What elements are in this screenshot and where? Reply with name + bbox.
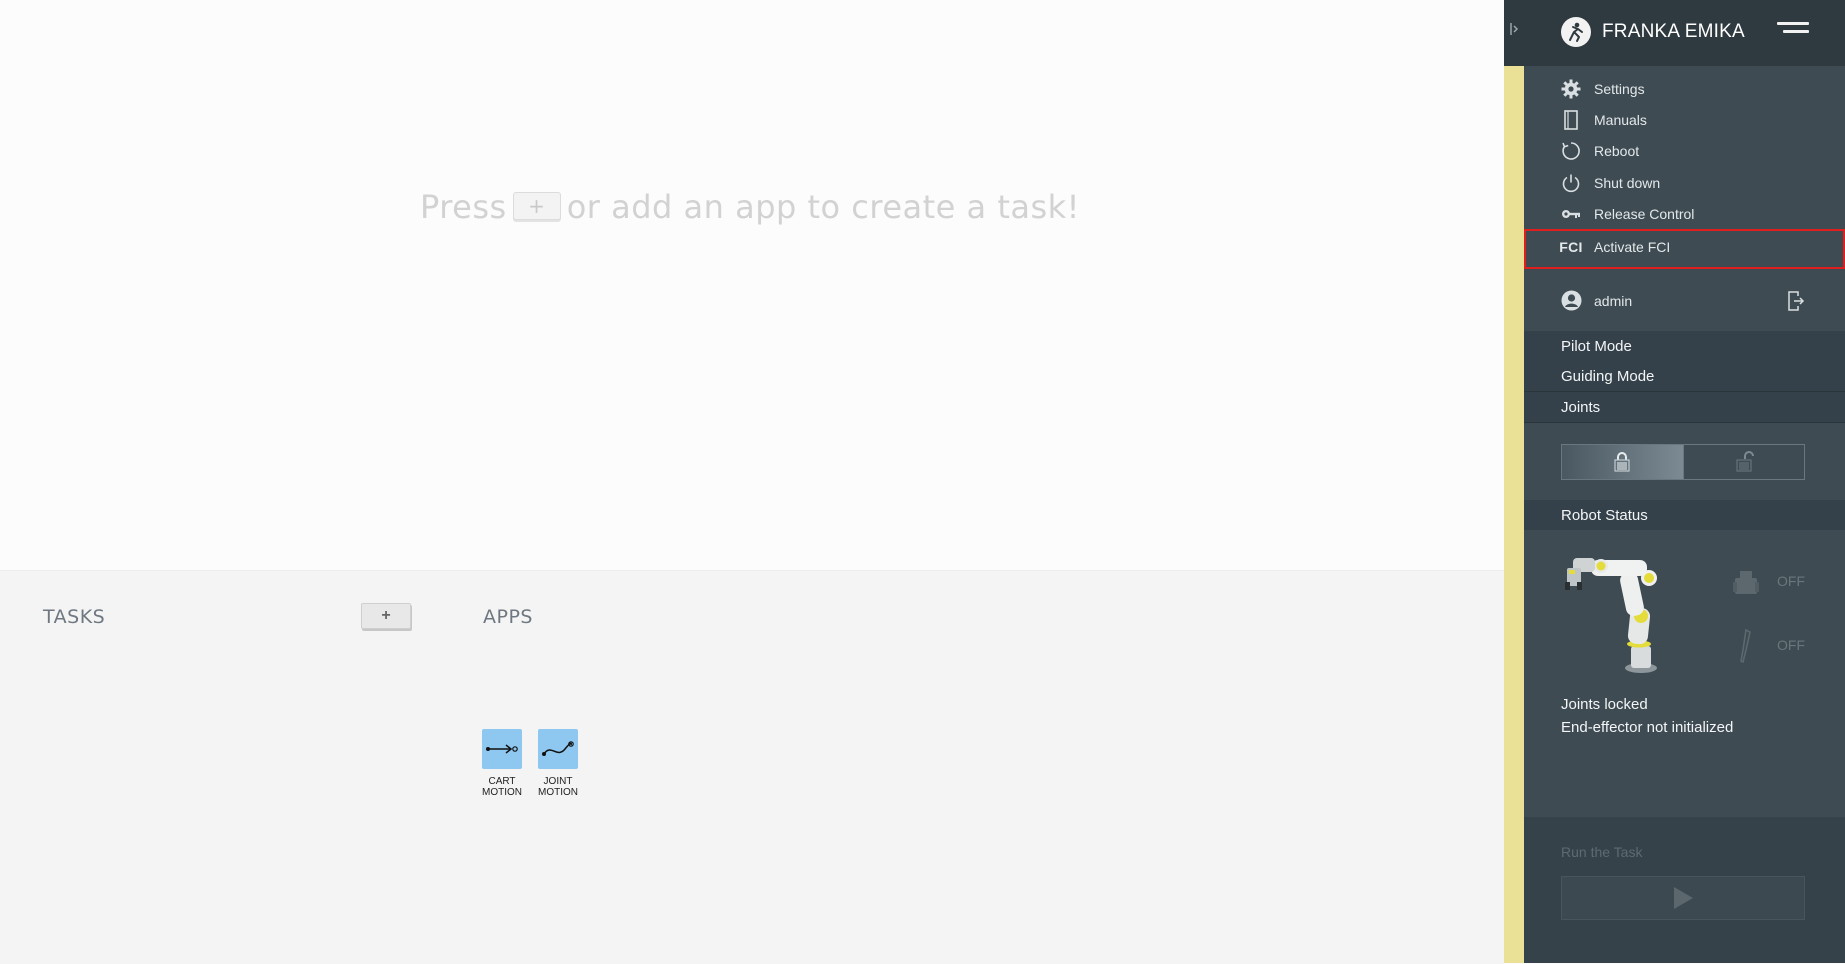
reboot-icon — [1561, 141, 1581, 161]
task-workspace: Press + or add an app to create a task! — [0, 0, 1504, 570]
play-icon — [1674, 887, 1693, 909]
menu-item-release-control[interactable]: Release Control — [1524, 199, 1845, 229]
menu-item-label: Reboot — [1594, 143, 1640, 159]
unlock-joints-button[interactable] — [1682, 445, 1804, 479]
menu-item-reboot[interactable]: Reboot — [1524, 136, 1845, 166]
hint-text-before: Press — [419, 188, 507, 226]
username: admin — [1594, 293, 1633, 309]
user-row: admin — [1524, 283, 1845, 319]
menu-item-label: Manuals — [1594, 112, 1647, 128]
empty-workspace-hint: Press + or add an app to create a task! — [0, 188, 1500, 226]
power-icon — [1561, 173, 1581, 193]
tasks-apps-panel: TASKS + APPS CART MOTION JOINT MOTION — [0, 570, 1504, 964]
joint-lock-toggle[interactable] — [1561, 444, 1805, 480]
menu-item-label: Activate FCI — [1594, 239, 1671, 255]
app-joint-motion[interactable]: JOINT MOTION — [536, 729, 580, 798]
gripper-state: OFF — [1777, 573, 1805, 589]
joints-status-text: Joints locked — [1561, 696, 1648, 713]
book-icon — [1561, 110, 1581, 130]
app-cart-motion[interactable]: CART MOTION — [480, 729, 524, 798]
tool-state: OFF — [1777, 637, 1805, 653]
joint-motion-icon — [538, 729, 578, 769]
mode-label: Pilot Mode — [1561, 338, 1632, 355]
key-icon — [1561, 204, 1581, 224]
locked-joint-icon — [1614, 452, 1630, 472]
run-task-section: Run the Task — [1524, 817, 1845, 963]
app-label: CART MOTION — [482, 776, 522, 798]
gripper-icon — [1731, 566, 1761, 603]
menu-item-shutdown[interactable]: Shut down — [1524, 168, 1845, 198]
lock-joints-button[interactable] — [1562, 445, 1683, 479]
robot-arm-icon — [1565, 558, 1657, 673]
pilot-mode-row[interactable]: Pilot Mode — [1524, 331, 1845, 362]
unlocked-joint-icon — [1736, 451, 1754, 472]
fci-icon: FCI — [1559, 237, 1583, 257]
gear-icon — [1561, 79, 1581, 99]
menu-item-manuals[interactable]: Manuals — [1524, 105, 1845, 135]
sidebar: FRANKA EMIKA Settings Manuals Reboot Shu… — [1524, 0, 1845, 963]
add-task-button[interactable]: + — [361, 603, 411, 629]
fci-icon-text: FCI — [1559, 239, 1583, 255]
brand-name: FRANKA EMIKA — [1602, 21, 1745, 42]
menu-item-label: Settings — [1594, 81, 1645, 97]
guiding-mode-row[interactable]: Guiding Mode — [1524, 361, 1845, 392]
logout-icon[interactable] — [1787, 290, 1805, 317]
mode-label: Joints — [1561, 399, 1601, 416]
menu-item-settings[interactable]: Settings — [1524, 74, 1845, 104]
sidebar-collapse-handle[interactable] — [1504, 0, 1524, 66]
robot-status-title: Robot Status — [1561, 507, 1648, 524]
cart-motion-icon — [482, 729, 522, 769]
menu-hamburger-icon[interactable] — [1777, 22, 1809, 42]
mode-label: Guiding Mode — [1561, 368, 1655, 385]
joints-row: Joints — [1524, 392, 1845, 423]
hint-text-after: or add an app to create a task! — [566, 188, 1080, 226]
menu-item-label: Release Control — [1594, 206, 1695, 222]
tasks-title: TASKS — [43, 606, 106, 628]
end-effector-status-text: End-effector not initialized — [1561, 719, 1734, 736]
robot-status-header: Robot Status — [1524, 500, 1845, 530]
user-icon — [1561, 290, 1582, 316]
status-indicator-strip — [1504, 66, 1524, 963]
sidebar-header: FRANKA EMIKA — [1524, 0, 1845, 66]
app-label: JOINT MOTION — [538, 776, 578, 798]
tool-icon — [1734, 628, 1758, 669]
run-task-button[interactable] — [1561, 876, 1805, 920]
menu-item-label: Shut down — [1594, 175, 1661, 191]
run-task-label: Run the Task — [1561, 844, 1643, 860]
franka-logo-icon — [1561, 17, 1591, 47]
inline-plus-icon: + — [512, 192, 561, 220]
menu-item-activate-fci[interactable]: FCI Activate FCI — [1524, 232, 1845, 262]
apps-title: APPS — [483, 606, 533, 628]
